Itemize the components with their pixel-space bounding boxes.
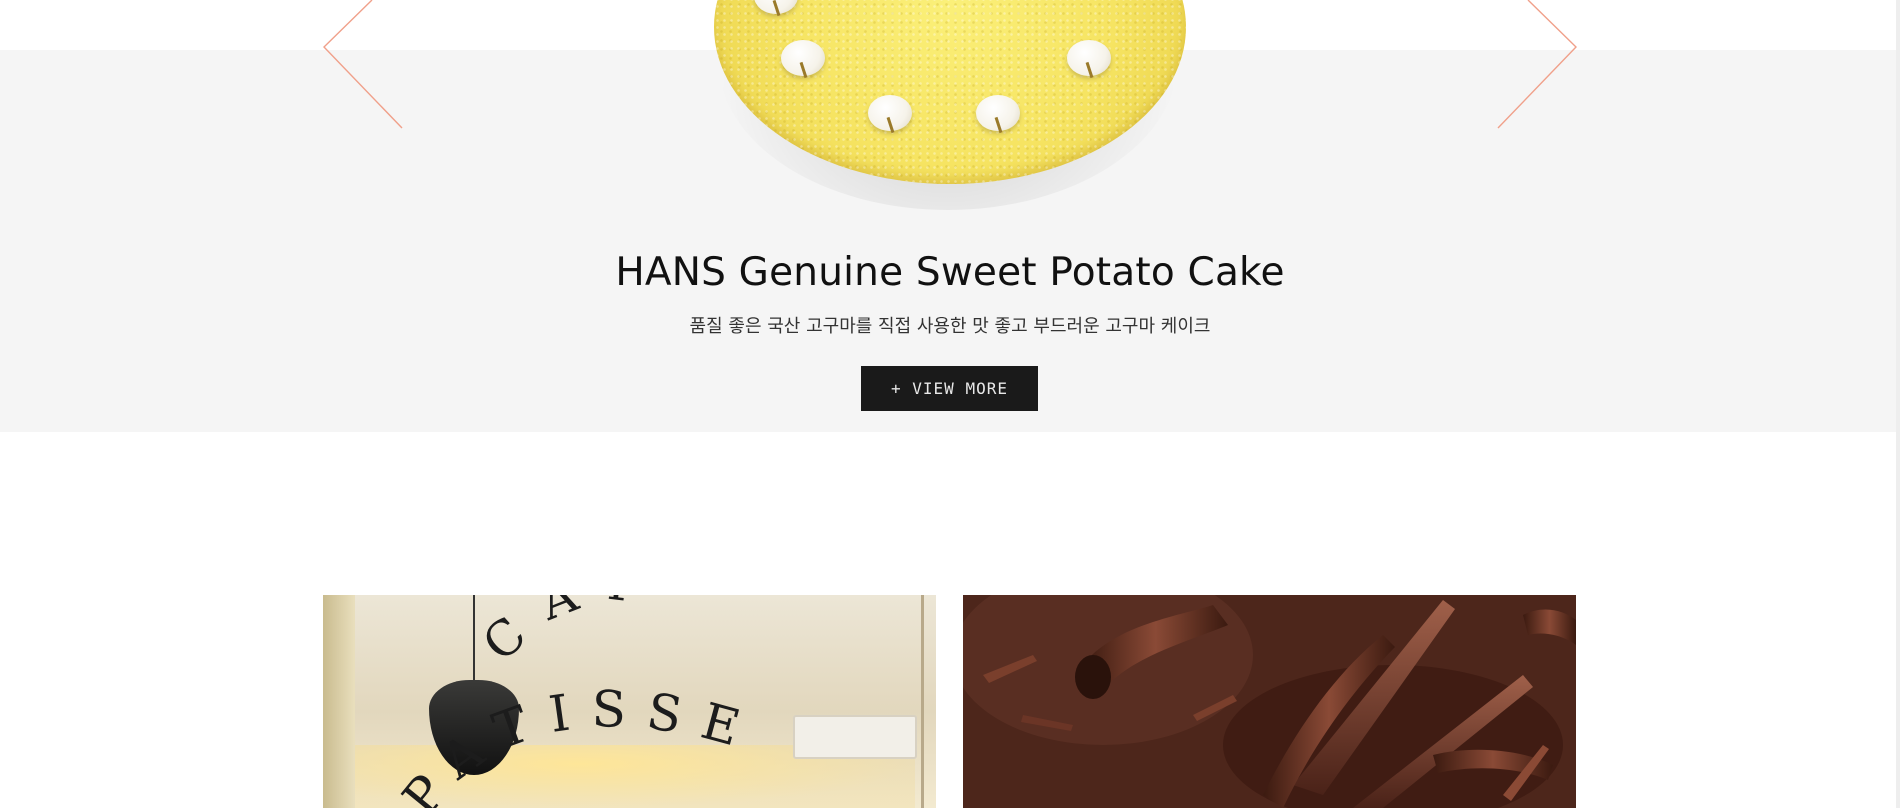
product-image-sweet-potato-cake bbox=[700, 0, 1200, 210]
cafe-patisserie-photo[interactable]: CAFE PATISSERIE bbox=[323, 595, 936, 808]
product-title: HANS Genuine Sweet Potato Cake bbox=[615, 250, 1285, 295]
chevron-left-icon[interactable] bbox=[320, 0, 410, 132]
cream-dollop bbox=[1067, 40, 1111, 76]
view-more-button[interactable]: + VIEW MORE bbox=[861, 366, 1038, 411]
chocolate-curls-photo[interactable] bbox=[963, 595, 1576, 808]
cream-dollop bbox=[781, 40, 825, 76]
chocolate-curls-illustration bbox=[963, 595, 1576, 808]
scrollbar-edge bbox=[1896, 0, 1900, 808]
cream-dollop bbox=[976, 95, 1020, 131]
svg-text:CAFE: CAFE bbox=[323, 595, 670, 672]
cream-dollop bbox=[868, 95, 912, 131]
cafe-sign-lettering: CAFE PATISSERIE bbox=[323, 595, 745, 808]
chevron-right-icon[interactable] bbox=[1490, 0, 1580, 132]
product-description: 품질 좋은 국산 고구마를 직접 사용한 맛 좋고 부드러운 고구마 케이크 bbox=[689, 316, 1211, 337]
